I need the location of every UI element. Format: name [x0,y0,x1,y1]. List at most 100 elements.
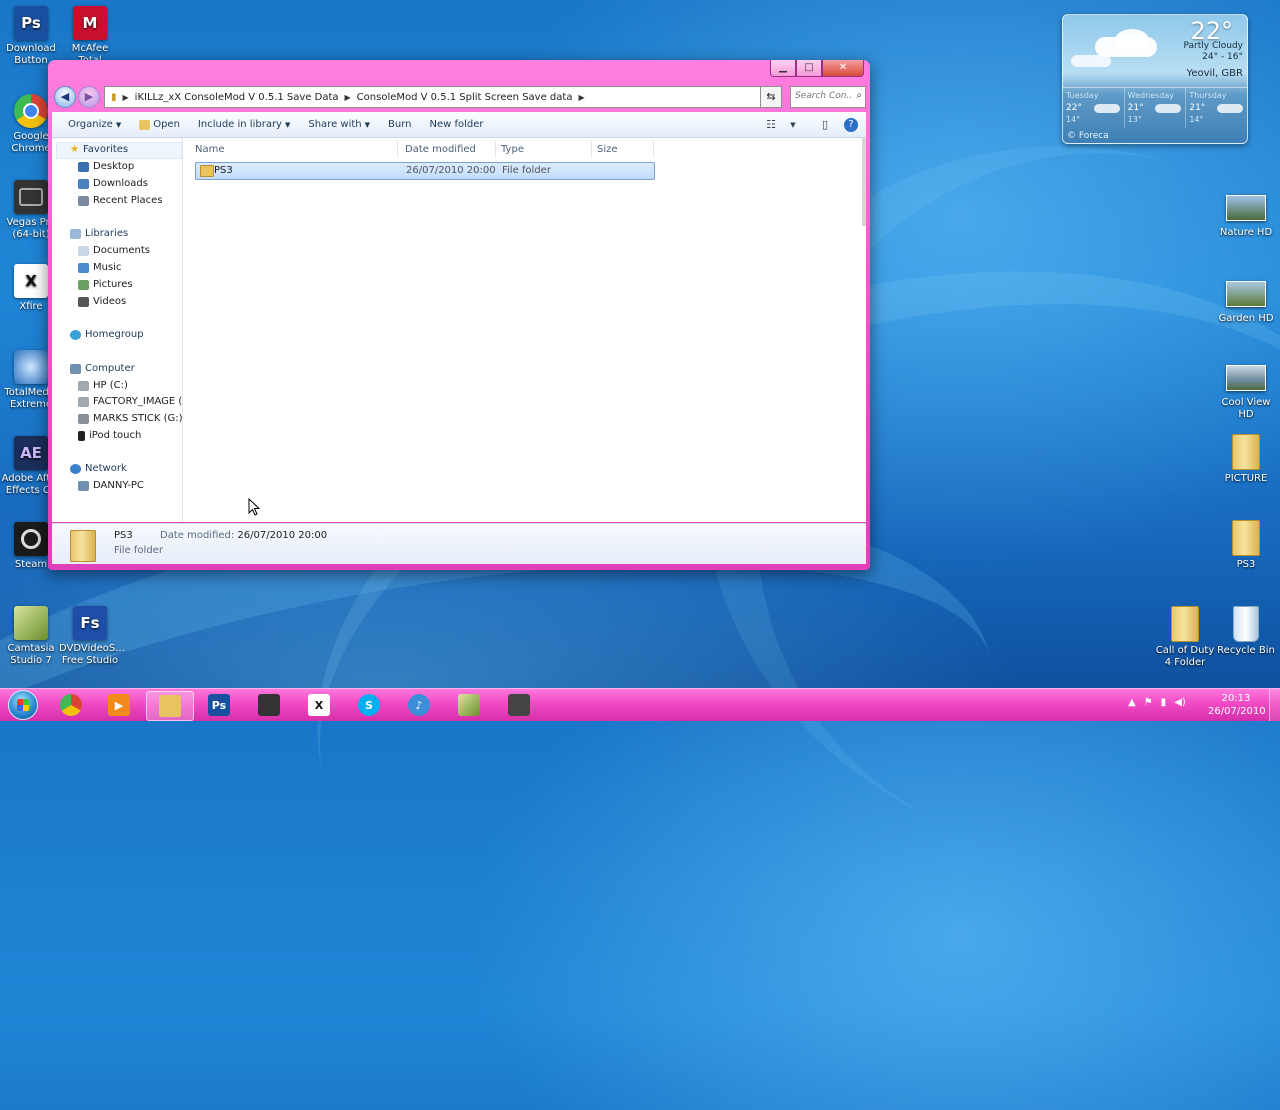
weather-condition: Partly Cloudy 24° - 16° [1183,41,1244,62]
nav-item-desktop[interactable]: Desktop [78,161,134,172]
nav-item-pictures[interactable]: Pictures [78,279,133,290]
organize-button[interactable]: Organize ▼ [52,112,130,137]
downloads-icon [78,178,89,189]
camtasia-icon [458,694,480,716]
desktop-icon-download-button[interactable]: Ps Download Button [0,6,62,67]
itunes-icon: ♪ [408,694,430,716]
taskbar-xfire[interactable]: X [296,691,342,719]
nav-homegroup[interactable]: Homegroup [70,329,144,340]
column-size[interactable]: Size [597,144,618,155]
taskbar-recorder[interactable] [496,691,542,719]
network-icon[interactable]: ▮ [1161,697,1167,708]
refresh-button[interactable]: ⇆ [760,86,782,108]
column-date-modified[interactable]: Date modified [405,144,476,155]
music-icon [78,262,89,273]
taskbar-media-player[interactable]: ▶ [96,691,142,719]
desktop-icon-garden-hd[interactable]: Garden HD [1215,276,1277,325]
desktop-icon-cool-view-hd[interactable]: Cool View HD [1215,360,1277,421]
nav-item-music[interactable]: Music [78,262,121,273]
column-type[interactable]: Type [501,144,524,155]
desktop-icon-dvdvideosoft[interactable]: Fs DVDVideoS... Free Studio [59,606,125,667]
minimize-button[interactable]: ▁ [770,60,796,77]
details-pane: PS3 File folder Date modified: 26/07/201… [52,523,866,564]
nav-item-recent-places[interactable]: Recent Places [78,195,163,206]
preview-pane-icon[interactable]: ▯ [814,118,836,131]
weather-forecast: Tuesday 22° 14° Wednesday 21° 13° Thursd… [1063,87,1247,128]
forecast-day: Tuesday 22° 14° [1063,88,1125,128]
network-icon [70,463,81,474]
nav-item-factory-image[interactable]: FACTORY_IMAGE (D [78,396,182,407]
chevron-down-icon[interactable]: ▼ [782,121,804,129]
weather-cloud-icon [1093,104,1120,113]
computer-icon [70,363,81,374]
nav-item-videos[interactable]: Videos [78,296,126,307]
desktop-icon-mcafee[interactable]: M McAfee Total [59,6,121,67]
scrollbar[interactable] [862,138,866,226]
action-center-flag-icon[interactable]: ⚑ [1144,697,1153,708]
nav-network[interactable]: Network [70,463,127,474]
after-effects-icon: AE [14,436,48,470]
desktop-icon-label: Nature HD [1219,227,1273,238]
include-in-library-button[interactable]: Include in library ▼ [189,112,299,137]
recent-places-icon [78,195,89,206]
help-icon[interactable]: ? [844,117,858,132]
nav-libraries[interactable]: Libraries [70,228,128,239]
cloud-icon [1115,29,1149,51]
ipod-icon [78,430,85,441]
taskbar-skype[interactable]: S [346,691,392,719]
desktop-icon-recycle-bin[interactable]: Recycle Bin [1215,606,1277,657]
folder-icon: ▮ [111,91,117,103]
steam-icon [14,522,48,556]
nav-favorites[interactable]: ★ Favorites [70,144,128,155]
open-button[interactable]: Open [130,112,189,137]
column-headers: Name Date modified Type Size [183,138,866,160]
back-button[interactable]: ◀ [54,86,76,108]
share-with-button[interactable]: Share with ▼ [299,112,379,137]
clock[interactable]: 20:13 26/07/2010 [1208,692,1266,718]
address-bar[interactable]: ▮ ▶ iKILLz_xX ConsoleMod V 0.5.1 Save Da… [104,86,780,108]
nav-item-downloads[interactable]: Downloads [78,178,148,189]
close-button[interactable]: ✕ [822,60,864,77]
details-date-modified: Date modified: 26/07/2010 20:00 [160,530,328,541]
file-row[interactable]: PS3 26/07/2010 20:00 File folder [195,162,655,180]
desktop-icon-cod4-folder[interactable]: Call of Duty 4 Folder [1152,606,1218,669]
show-desktop-button[interactable] [1269,689,1280,721]
desktop-icon-camtasia[interactable]: Camtasia Studio 7 [0,606,62,667]
search-icon[interactable]: ⌕ [856,90,862,101]
nav-item-documents[interactable]: Documents [78,245,150,256]
folder-icon [159,695,181,717]
breadcrumb-segment[interactable]: ConsoleMod V 0.5.1 Split Screen Save dat… [351,92,579,103]
column-name[interactable]: Name [195,144,225,155]
breadcrumb-segment[interactable]: iKILLz_xX ConsoleMod V 0.5.1 Save Data [129,92,345,103]
desktop-icon-picture-folder[interactable]: PICTURE [1215,434,1277,485]
view-options-icon[interactable]: ☷ [760,118,782,131]
video-thumbnail-icon [1226,281,1266,307]
new-folder-button[interactable]: New folder [421,112,493,137]
search-input[interactable] [791,87,855,105]
start-button[interactable] [4,689,42,721]
nav-computer[interactable]: Computer [70,363,135,374]
taskbar-itunes[interactable]: ♪ [396,691,442,719]
desktop-icon-ps3-folder[interactable]: PS3 [1215,520,1277,571]
taskbar-explorer[interactable] [146,691,194,721]
show-hidden-icons-icon[interactable]: ▲ [1128,697,1136,708]
desktop-icon-label: PICTURE [1224,473,1268,484]
nav-item-hp-c[interactable]: HP (C:) [78,380,128,391]
taskbar-camtasia[interactable] [446,691,492,719]
details-name: PS3 [114,530,133,541]
volume-icon[interactable]: ◀) [1174,697,1186,708]
folder-icon [200,165,214,177]
weather-cloud-icon [1155,104,1182,113]
burn-button[interactable]: Burn [379,112,420,137]
nav-item-marks-stick[interactable]: MARKS STICK (G:) [78,413,182,424]
taskbar-vegas[interactable] [246,691,292,719]
forward-button[interactable]: ▶ [78,86,100,108]
weather-gadget[interactable]: 22° Partly Cloudy 24° - 16° Yeovil, GBR … [1062,14,1248,144]
nav-item-danny-pc[interactable]: DANNY-PC [78,480,144,491]
maximize-button[interactable]: □ [796,60,822,77]
nav-item-ipod-touch[interactable]: iPod touch [78,430,141,441]
taskbar-photoshop[interactable]: Ps [196,691,242,719]
desktop-icon-nature-hd[interactable]: Nature HD [1215,190,1277,239]
chevron-right-icon[interactable]: ▶ [578,93,584,102]
taskbar-chrome[interactable] [48,691,94,719]
